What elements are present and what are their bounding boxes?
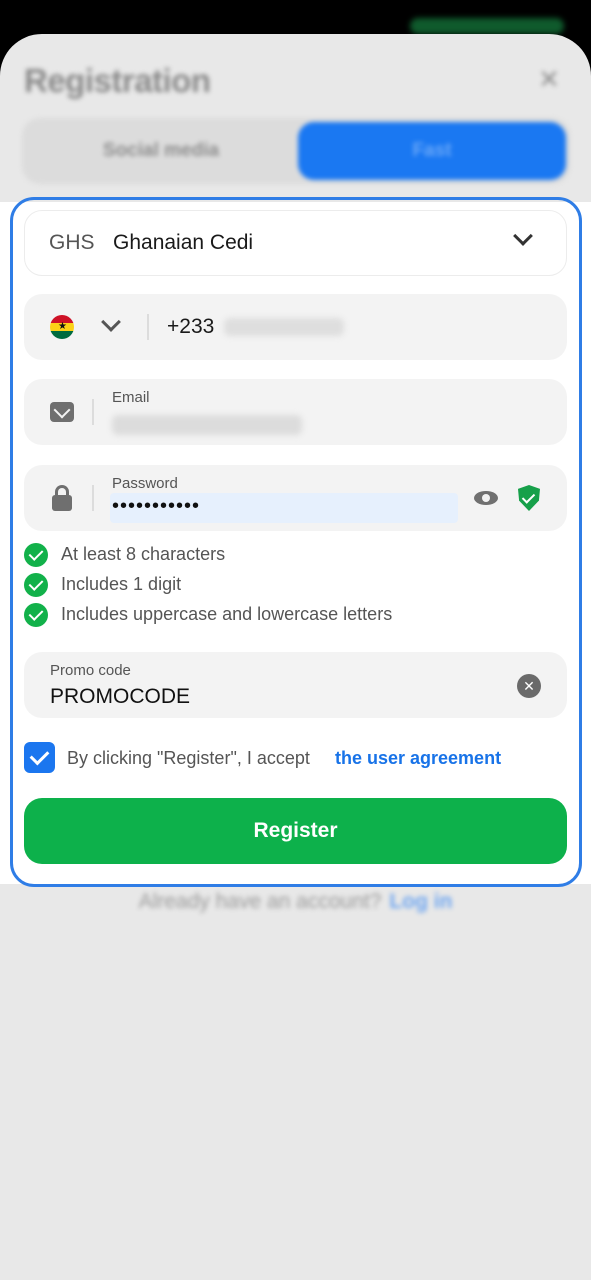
close-icon[interactable]: ✕ [532,62,566,96]
register-button[interactable]: Register [24,798,567,864]
currency-name: Ghanaian Cedi [113,231,254,254]
chevron-down-icon [513,226,533,246]
list-item: Includes 1 digit [24,570,564,600]
phone-prefix: +233 [167,315,215,338]
tab-fast[interactable]: Fast [298,122,566,180]
divider [147,314,149,340]
email-value-redacted [112,415,302,435]
rule-text: Includes 1 digit [61,574,182,594]
check-circle-icon [24,543,48,567]
password-input[interactable]: ••••••••••• [110,493,458,523]
agreement-checkbox[interactable] [24,742,55,773]
password-label: Password [112,475,178,492]
check-circle-icon [24,603,48,627]
page-title: Registration [24,62,211,99]
divider [92,399,94,425]
currency-code: GHS [49,231,95,254]
list-item: At least 8 characters [24,540,564,570]
tab-social-media[interactable]: Social media [26,122,296,180]
login-prompt: Already have an account? Log in [0,890,591,914]
promo-value: PROMOCODE [50,685,191,708]
email-label: Email [112,389,150,406]
user-agreement-link[interactable]: the user agreement [335,748,501,769]
ghana-flag-icon: ★ [50,315,74,339]
lock-icon [52,485,72,511]
login-link[interactable]: Log in [389,890,452,913]
shield-check-icon [518,485,540,511]
promo-code-field[interactable]: Promo code PROMOCODE ✕ [24,652,567,718]
eye-icon[interactable] [474,489,498,507]
password-field[interactable]: Password ••••••••••• [24,465,567,531]
rule-text: At least 8 characters [61,544,226,564]
agreement-text: By clicking "Register", I accept [67,748,310,768]
check-circle-icon [24,573,48,597]
agreement-row: By clicking "Register", I accept the use… [24,742,569,774]
country-chevron-down-icon[interactable] [101,312,121,332]
clear-icon[interactable]: ✕ [517,674,541,698]
top-status-pill [410,18,564,34]
list-item: Includes uppercase and lowercase letters [24,600,564,630]
registration-tabs: Social media Fast [22,118,570,184]
password-value: ••••••••••• [112,495,201,517]
login-prompt-text: Already have an account? [138,890,382,913]
email-field[interactable]: Email [24,379,567,445]
mail-icon [50,402,74,422]
password-rules: At least 8 characters Includes 1 digit I… [24,540,564,630]
rule-text: Includes uppercase and lowercase letters [61,604,393,624]
promo-label: Promo code [50,662,131,679]
divider [92,485,94,511]
currency-select[interactable]: GHS Ghanaian Cedi [24,210,567,276]
phone-number-redacted [224,318,344,336]
phone-field[interactable]: ★ +233 [24,294,567,360]
